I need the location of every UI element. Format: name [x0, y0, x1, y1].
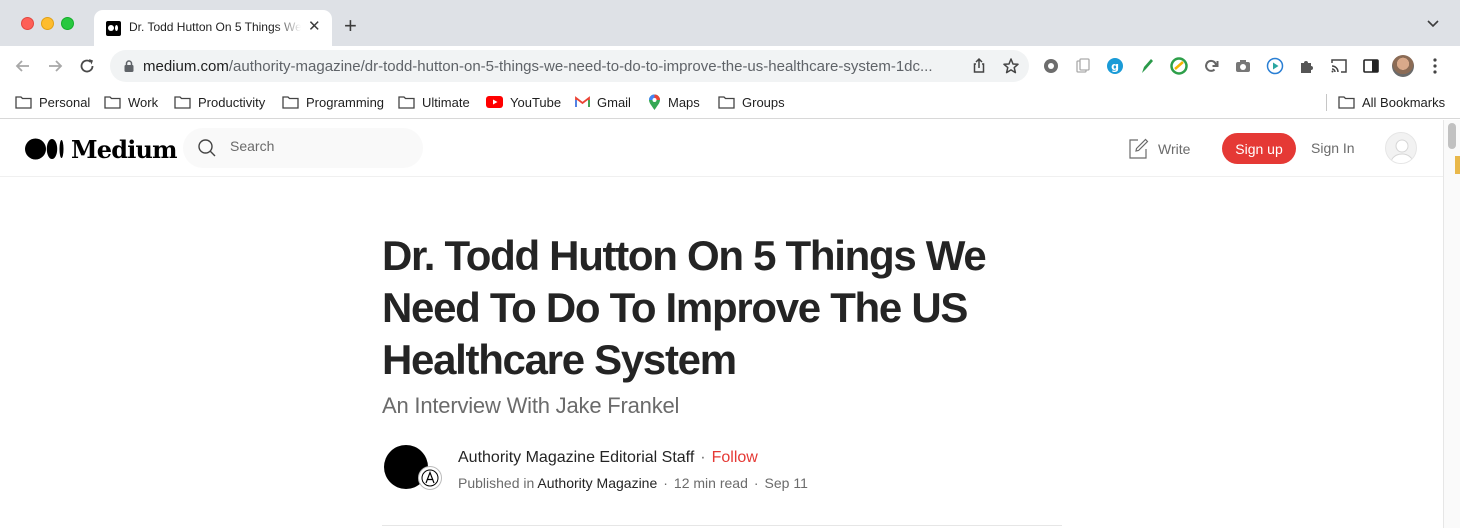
separator-dot: · — [700, 449, 706, 466]
bookmark-maps[interactable]: Maps — [648, 93, 700, 111]
sign-in-link[interactable]: Sign In — [1311, 140, 1355, 156]
page-content: Medium Write Sign up Sign In Dr. To — [0, 120, 1443, 528]
all-bookmarks[interactable]: All Bookmarks — [1338, 93, 1445, 111]
active-tab[interactable]: Dr. Todd Hutton On 5 Things We Need To D… — [94, 10, 332, 46]
bookmark-label: Gmail — [597, 94, 631, 110]
publication-link[interactable]: Authority Magazine — [537, 475, 657, 491]
bookmark-gmail[interactable]: Gmail — [575, 93, 631, 111]
browser-toolbar: medium.com/authority-magazine/dr-todd-hu… — [0, 46, 1460, 86]
edge-strip — [1455, 156, 1460, 174]
close-tab-icon[interactable]: ✕ — [308, 19, 321, 35]
sync-extension-icon[interactable] — [1170, 57, 1188, 75]
sign-up-button[interactable]: Sign up — [1222, 133, 1296, 164]
divider — [382, 525, 1062, 526]
refresh-extension-icon[interactable] — [1202, 57, 1220, 75]
bookmark-label: Maps — [668, 94, 700, 110]
read-time: 12 min read — [673, 475, 748, 491]
medium-logo-mark-icon — [25, 138, 64, 160]
bookmark-work[interactable]: Work — [104, 93, 158, 111]
bookmark-label: Groups — [742, 94, 785, 110]
share-icon[interactable] — [970, 57, 988, 75]
separator-dot: · — [663, 475, 668, 491]
bookmark-ultimate[interactable]: Ultimate — [398, 93, 470, 111]
author-line: Authority Magazine Editorial Staff · Follo… — [458, 449, 758, 467]
new-tab-button[interactable]: + — [344, 15, 357, 37]
puzzle-extensions-icon[interactable] — [1298, 57, 1316, 75]
reload-icon[interactable] — [77, 56, 97, 76]
side-panel-icon[interactable] — [1362, 57, 1380, 75]
pen-extension-icon[interactable] — [1138, 57, 1156, 75]
author-name[interactable]: Authority Magazine Editorial Staff — [458, 449, 694, 466]
tab-strip: Dr. Todd Hutton On 5 Things We Need To D… — [0, 0, 1460, 46]
play-extension-icon[interactable] — [1266, 57, 1284, 75]
svg-text:g: g — [1111, 60, 1119, 73]
bookmark-label: YouTube — [510, 94, 562, 110]
bookmark-label: Programming — [306, 94, 385, 110]
publish-date: Sep 11 — [764, 475, 808, 491]
close-window-button[interactable] — [21, 17, 34, 30]
bookmark-programming[interactable]: Programming — [282, 93, 384, 111]
medium-header: Medium Write Sign up Sign In — [0, 120, 1443, 177]
search-input[interactable] — [230, 138, 410, 154]
write-button[interactable]: Write — [1127, 137, 1190, 161]
minimize-window-button[interactable] — [41, 17, 54, 30]
fullscreen-window-button[interactable] — [61, 17, 74, 30]
cast-icon[interactable] — [1330, 57, 1348, 75]
publication-line: Published in Authority Magazine · 12 min r… — [458, 475, 808, 491]
bookmark-productivity[interactable]: Productivity — [174, 93, 265, 111]
user-avatar[interactable] — [1385, 132, 1417, 164]
folder-icon — [15, 96, 32, 109]
tab-title: Dr. Todd Hutton On 5 Things We Need To D… — [129, 20, 301, 34]
bookmark-label: Work — [128, 94, 159, 110]
camera-extension-icon[interactable] — [1234, 57, 1252, 75]
bookmark-groups[interactable]: Groups — [718, 93, 785, 111]
scroll-thumb[interactable] — [1448, 123, 1456, 149]
settings-gear-extension-icon[interactable] — [1042, 57, 1060, 75]
write-pencil-icon — [1129, 138, 1149, 159]
article-subtitle: An Interview With Jake Frankel — [382, 393, 680, 418]
medium-favicon-icon — [106, 21, 121, 36]
separator-dot: · — [753, 475, 759, 491]
folder-icon — [718, 96, 735, 109]
medium-logo[interactable]: Medium — [25, 134, 178, 164]
folder-icon — [174, 96, 191, 109]
address-bar[interactable]: medium.com/authority-magazine/dr-todd-hu… — [110, 50, 1029, 82]
bookmark-label: Personal — [39, 94, 91, 110]
article-title: Dr. Todd Hutton On 5 Things We Need To D… — [382, 232, 987, 383]
published-in-label: Published in — [458, 475, 535, 491]
back-arrow-icon[interactable] — [13, 56, 33, 76]
youtube-icon — [486, 96, 503, 108]
all-bookmarks-label: All Bookmarks — [1362, 94, 1446, 110]
bookmarks-bar: Personal Work Productivity Programming U… — [0, 86, 1460, 119]
search-bar[interactable] — [183, 128, 423, 168]
copy-extension-icon[interactable] — [1074, 57, 1092, 75]
bookmark-label: Ultimate — [422, 94, 470, 110]
medium-logo-text: Medium — [71, 134, 178, 164]
search-icon — [198, 139, 216, 157]
folder-icon — [282, 96, 299, 109]
bookmarks-separator — [1326, 94, 1327, 111]
bookmark-star-icon[interactable] — [1002, 57, 1020, 75]
bookmark-youtube[interactable]: YouTube — [486, 93, 561, 111]
gmail-icon — [575, 96, 590, 107]
url-text[interactable]: medium.com/authority-magazine/dr-todd-hu… — [143, 58, 973, 75]
folder-icon — [1338, 96, 1355, 109]
bookmark-label: Productivity — [198, 94, 266, 110]
bookmark-personal[interactable]: Personal — [15, 93, 90, 111]
follow-button[interactable]: Follow — [712, 449, 758, 466]
write-label: Write — [1158, 141, 1191, 157]
grammarly-extension-icon[interactable]: g — [1106, 57, 1124, 75]
maps-icon — [649, 94, 660, 110]
default-user-icon — [1390, 139, 1414, 163]
tab-search-chevron-icon[interactable] — [1427, 17, 1439, 29]
browser-menu-icon[interactable] — [1433, 58, 1437, 74]
folder-icon — [104, 96, 121, 109]
lock-icon[interactable] — [122, 59, 136, 73]
forward-arrow-icon[interactable] — [45, 56, 65, 76]
publication-badge[interactable] — [418, 466, 442, 490]
page-scrollbar[interactable] — [1443, 120, 1460, 528]
authority-magazine-logo-icon — [421, 469, 439, 487]
folder-icon — [398, 96, 415, 109]
profile-avatar[interactable] — [1392, 55, 1414, 77]
